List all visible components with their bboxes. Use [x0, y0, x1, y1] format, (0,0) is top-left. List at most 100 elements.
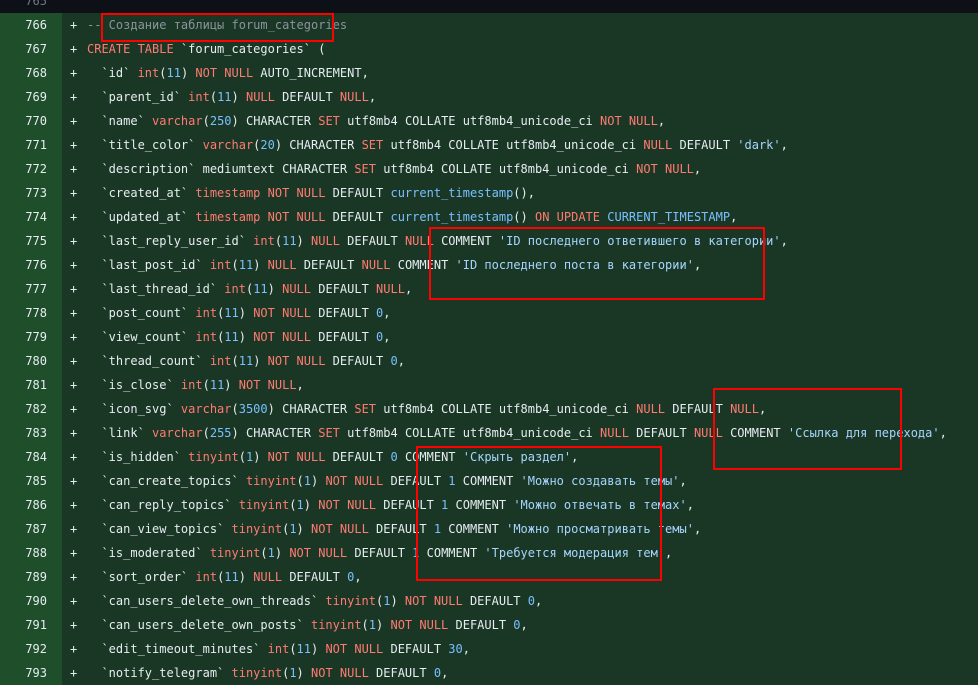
code-line: + `id` int(11) NOT NULL AUTO_INCREMENT, — [62, 61, 978, 85]
code-token: tinyint — [238, 498, 290, 512]
code-token: , — [441, 666, 449, 680]
code-token: 11 — [224, 570, 239, 584]
added-line-marker: + — [70, 666, 78, 680]
code-token: SET — [354, 402, 377, 416]
code-token: int — [188, 90, 210, 104]
code-token: DEFAULT — [347, 546, 413, 560]
code-token: SET — [318, 426, 340, 440]
code-token: ( — [296, 474, 304, 488]
code-token: NOT NULL — [267, 450, 326, 464]
code-token: NOT NULL — [253, 306, 311, 320]
line-number[interactable]: 785 — [0, 469, 62, 493]
diff-line: 772 + `description` mediumtext CHARACTER … — [0, 157, 978, 181]
code-token: ) — [296, 522, 311, 536]
line-number[interactable]: 766 — [0, 13, 62, 37]
line-number[interactable]: 783 — [0, 421, 62, 445]
line-number[interactable]: 786 — [0, 493, 62, 517]
code-token: utf8mb4 COLLATE utf8mb4_unicode_ci — [339, 426, 601, 440]
code-token: DEFAULT — [325, 450, 391, 464]
code-token: NULL — [643, 138, 673, 152]
code-token: COMMENT — [397, 450, 463, 464]
code-token: ) — [296, 234, 311, 248]
code-token: COMMENT — [419, 546, 485, 560]
code-token: ( — [159, 66, 167, 80]
code-token: DEFAULT — [311, 306, 377, 320]
line-number[interactable]: 776 — [0, 253, 62, 277]
line-number[interactable]: 789 — [0, 565, 62, 589]
line-number[interactable]: 778 — [0, 301, 62, 325]
code-token: ( — [209, 90, 218, 104]
added-line-marker: + — [70, 474, 78, 488]
code-token: NOT NULL — [325, 642, 384, 656]
diff-line: 773 + `created_at` timestamp NOT NULL DEF… — [0, 181, 978, 205]
code-token: SET — [361, 138, 384, 152]
code-token: int — [253, 234, 275, 248]
code-line: + `description` mediumtext CHARACTER SET… — [62, 157, 978, 181]
code-token: tinyint — [188, 450, 239, 464]
line-number[interactable]: 787 — [0, 517, 62, 541]
line-number[interactable]: 773 — [0, 181, 62, 205]
line-number[interactable]: 771 — [0, 133, 62, 157]
code-token: int — [209, 258, 232, 272]
code-token: SET — [318, 114, 340, 128]
code-token: 11 — [238, 258, 254, 272]
line-number[interactable]: 777 — [0, 277, 62, 301]
line-number[interactable]: 768 — [0, 61, 62, 85]
code-token: , — [404, 282, 413, 296]
code-token: 30 — [448, 642, 463, 656]
line-number[interactable]: 782 — [0, 397, 62, 421]
code-token: ) — [224, 378, 239, 392]
code-token: varchar — [202, 138, 254, 152]
code-token: DEFAULT — [672, 138, 738, 152]
added-line-marker: + — [70, 114, 78, 128]
code-token: NOT NULL — [390, 618, 449, 632]
code-line: + `notify_telegram` tinyint(1) NOT NULL … — [62, 661, 978, 685]
diff-line: 784 + `is_hidden` tinyint(1) NOT NULL DEF… — [0, 445, 978, 469]
code-token: int — [195, 330, 218, 344]
code-token: NOT NULL — [267, 186, 326, 200]
code-token: `last_thread_id` — [87, 282, 225, 296]
code-token: ) — [267, 282, 283, 296]
line-number[interactable]: 780 — [0, 349, 62, 373]
line-number[interactable]: 790 — [0, 589, 62, 613]
added-line-marker: + — [70, 282, 78, 296]
diff-line: 791 + `can_users_delete_own_posts` tinyin… — [0, 613, 978, 637]
line-number[interactable]: 784 — [0, 445, 62, 469]
line-number[interactable]: 793 — [0, 661, 62, 685]
line-number[interactable]: 767 — [0, 37, 62, 61]
line-number[interactable]: 779 — [0, 325, 62, 349]
line-number[interactable]: 775 — [0, 229, 62, 253]
code-token: timestamp — [195, 210, 261, 224]
code-token: NOT NULL — [318, 498, 377, 512]
line-number[interactable]: 774 — [0, 205, 62, 229]
code-token: COMMENT — [433, 234, 499, 248]
diff-line: 787 + `can_view_topics` tinyint(1) NOT NU… — [0, 517, 978, 541]
added-line-marker: + — [70, 66, 78, 80]
code-token: NULL — [267, 258, 297, 272]
code-token: 'Можно отвечать в темах' — [513, 498, 687, 512]
line-number[interactable]: 765 — [0, 0, 62, 13]
code-token: ) — [180, 66, 196, 80]
line-number[interactable]: 788 — [0, 541, 62, 565]
code-token: ( — [260, 546, 268, 560]
code-token: , — [780, 138, 788, 152]
code-line: + -- Создание таблицы forum_categories — [62, 13, 978, 37]
line-number[interactable]: 769 — [0, 85, 62, 109]
code-token: 'Можно просматривать темы' — [506, 522, 694, 536]
code-token: `can_reply_topics` — [87, 498, 239, 512]
code-token: 1 — [368, 618, 377, 632]
line-number[interactable]: 770 — [0, 109, 62, 133]
code-token: NOT NULL — [311, 666, 369, 680]
code-token: `edit_timeout_minutes` — [87, 642, 268, 656]
diff-line: 792 + `edit_timeout_minutes` int(11) NOT … — [0, 637, 978, 661]
code-token: COMMENT — [390, 258, 456, 272]
code-line: + `can_create_topics` tinyint(1) NOT NUL… — [62, 469, 978, 493]
code-token: ) — [253, 450, 268, 464]
code-token: `post_count` — [87, 306, 196, 320]
line-number[interactable]: 772 — [0, 157, 62, 181]
line-number[interactable]: 791 — [0, 613, 62, 637]
added-line-marker: + — [70, 210, 78, 224]
line-number[interactable]: 792 — [0, 637, 62, 661]
code-token: NULL — [282, 282, 312, 296]
line-number[interactable]: 781 — [0, 373, 62, 397]
